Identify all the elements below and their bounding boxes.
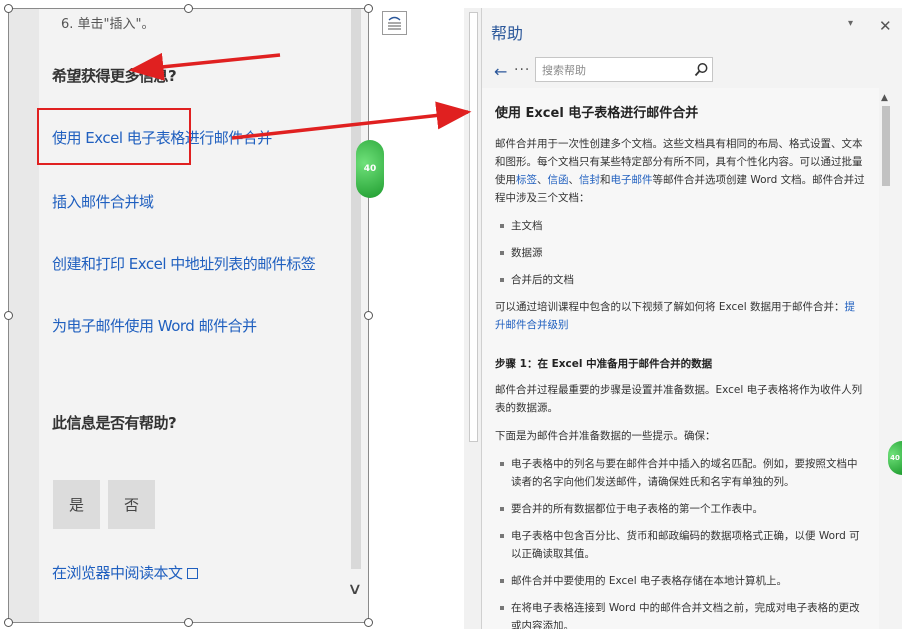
back-arrow-icon[interactable]: ←	[494, 62, 507, 81]
step-fragment-text: 6. 单击"插入"。	[61, 17, 155, 32]
doc-item: 数据源	[495, 244, 865, 262]
document-scrollbar[interactable]	[469, 12, 478, 442]
video-text: 可以通过培训课程中包含的以下视频了解如何将 Excel 数据用于邮件合并：	[495, 301, 845, 313]
help-article: 使用 Excel 电子表格进行邮件合并 邮件合并用于一次性创建多个文档。这些文档…	[482, 88, 879, 629]
search-box[interactable]	[535, 57, 713, 83]
search-icon[interactable]	[692, 61, 710, 79]
read-in-browser-label: 在浏览器中阅读本文	[52, 564, 183, 582]
intro-paragraph: 邮件合并用于一次性创建多个文档。这些文档具有相同的布局、格式设置、文本和图形。每…	[495, 135, 865, 207]
scroll-up-icon[interactable]: ▲	[881, 93, 888, 103]
article-title: 使用 Excel 电子表格进行邮件合并	[495, 106, 699, 121]
pane-options-dropdown-icon[interactable]: ▾	[848, 18, 853, 29]
resize-handle-tr[interactable]	[364, 4, 373, 13]
pane-title: 帮助	[491, 24, 524, 43]
no-button[interactable]: 否	[108, 480, 155, 529]
link-labels[interactable]: 标签	[516, 174, 537, 186]
resize-handle-bc[interactable]	[184, 618, 193, 627]
resize-handle-ml[interactable]	[4, 311, 13, 320]
scroll-thumb[interactable]	[882, 106, 890, 186]
helpful-heading: 此信息是否有帮助?	[52, 414, 177, 432]
resize-handle-mr[interactable]	[364, 311, 373, 320]
red-highlight-box	[37, 108, 191, 165]
sep: 、	[537, 174, 548, 186]
scroll-down-icon: ∨	[347, 579, 363, 598]
pane-scrollbar[interactable]: ▲	[879, 88, 893, 629]
more-options-icon[interactable]: ···	[514, 62, 530, 78]
link-insert-merge-fields[interactable]: 插入邮件合并域	[52, 191, 154, 212]
yes-button[interactable]: 是	[53, 480, 100, 529]
and-text: 和	[600, 174, 611, 186]
step-1-paragraph: 邮件合并过程最重要的步骤是设置并准备数据。Excel 电子表格将作为收件人列表的…	[495, 384, 863, 414]
tip-item: 在将电子表格连接到 Word 中的邮件合并文档之前，完成对电子表格的更改或内容添…	[495, 599, 865, 629]
link-envelopes[interactable]: 信封	[579, 174, 600, 186]
link-create-mail-labels[interactable]: 创建和打印 Excel 中地址列表的邮件标签	[52, 253, 316, 274]
resize-handle-tl[interactable]	[4, 4, 13, 13]
video-paragraph: 可以通过培训课程中包含的以下视频了解如何将 Excel 数据用于邮件合并：提升邮…	[495, 298, 865, 334]
tip-item: 要合并的所有数据都位于电子表格的第一个工作表中。	[495, 500, 865, 518]
more-info-heading: 希望获得更多信息?	[52, 67, 177, 85]
resize-handle-tc[interactable]	[184, 4, 193, 13]
floating-badge-left[interactable]: 40	[356, 140, 384, 198]
doc-item: 主文档	[495, 217, 865, 235]
image-left-margin	[9, 9, 39, 622]
search-input[interactable]	[536, 58, 694, 83]
tips-intro: 下面是为邮件合并准备数据的一些提示。确保：	[495, 430, 716, 442]
doc-item: 合并后的文档	[495, 271, 865, 289]
read-in-browser-link[interactable]: 在浏览器中阅读本文	[52, 562, 198, 583]
tip-item: 邮件合并中要使用的 Excel 电子表格存储在本地计算机上。	[495, 572, 865, 590]
link-email[interactable]: 电子邮件	[611, 174, 653, 186]
help-pane: 帮助 ▾ ✕ ← ··· 使用 Excel 电子表格进行邮件合并 邮件合并用于一…	[481, 8, 902, 629]
resize-handle-br[interactable]	[364, 618, 373, 627]
tip-item: 电子表格中的列名与要在邮件合并中插入的域名匹配。例如，要按照文档中读者的名字向他…	[495, 455, 865, 491]
sep: 、	[568, 174, 580, 186]
layout-options-icon[interactable]	[382, 11, 407, 35]
resize-handle-bl[interactable]	[4, 618, 13, 627]
pasted-help-image[interactable]: 6. 单击"插入"。 希望获得更多信息? 使用 Excel 电子表格进行邮件合并…	[8, 8, 369, 623]
external-link-icon	[186, 568, 198, 579]
image-scrollbar	[351, 9, 361, 569]
link-letters[interactable]: 信函	[548, 174, 569, 186]
link-email-mail-merge[interactable]: 为电子邮件使用 Word 邮件合并	[52, 315, 257, 336]
tip-item: 电子表格中包含百分比、货币和邮政编码的数据项格式正确，以便 Word 可以正确读…	[495, 527, 865, 563]
step-1-heading: 步骤 1：在 Excel 中准备用于邮件合并的数据	[495, 358, 713, 370]
close-icon[interactable]: ✕	[879, 17, 892, 35]
